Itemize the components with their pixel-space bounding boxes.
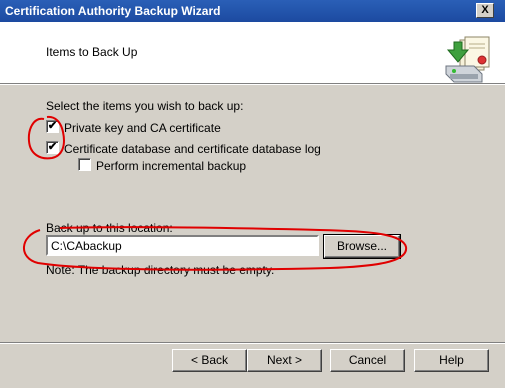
backup-wizard-icon <box>445 36 490 83</box>
window-title: Certification Authority Backup Wizard <box>5 4 221 18</box>
cancel-button[interactable]: Cancel <box>330 349 405 372</box>
help-button[interactable]: Help <box>414 349 489 372</box>
items-prompt: Select the items you wish to back up: <box>46 99 244 113</box>
database-label[interactable]: Certificate database and certificate dat… <box>64 142 321 156</box>
backup-location-input[interactable] <box>46 235 319 256</box>
incremental-backup-checkbox[interactable] <box>78 158 91 171</box>
private-key-checkbox[interactable]: ✔ <box>46 120 59 133</box>
database-checkbox[interactable]: ✔ <box>46 141 59 154</box>
close-icon: X <box>481 4 489 16</box>
footer-divider <box>0 342 505 344</box>
close-button[interactable]: X <box>476 3 494 18</box>
page-heading: Items to Back Up <box>46 45 138 59</box>
wizard-header: Items to Back Up <box>0 22 505 83</box>
title-bar: Certification Authority Backup Wizard X <box>0 0 505 22</box>
location-note: Note: The backup directory must be empty… <box>46 263 275 277</box>
back-button[interactable]: < Back <box>172 349 247 372</box>
location-label: Back up to this location: <box>46 221 173 235</box>
incremental-backup-label[interactable]: Perform incremental backup <box>96 159 246 173</box>
browse-button[interactable]: Browse... <box>323 234 401 259</box>
private-key-label[interactable]: Private key and CA certificate <box>64 121 221 135</box>
next-button[interactable]: Next > <box>247 349 322 372</box>
